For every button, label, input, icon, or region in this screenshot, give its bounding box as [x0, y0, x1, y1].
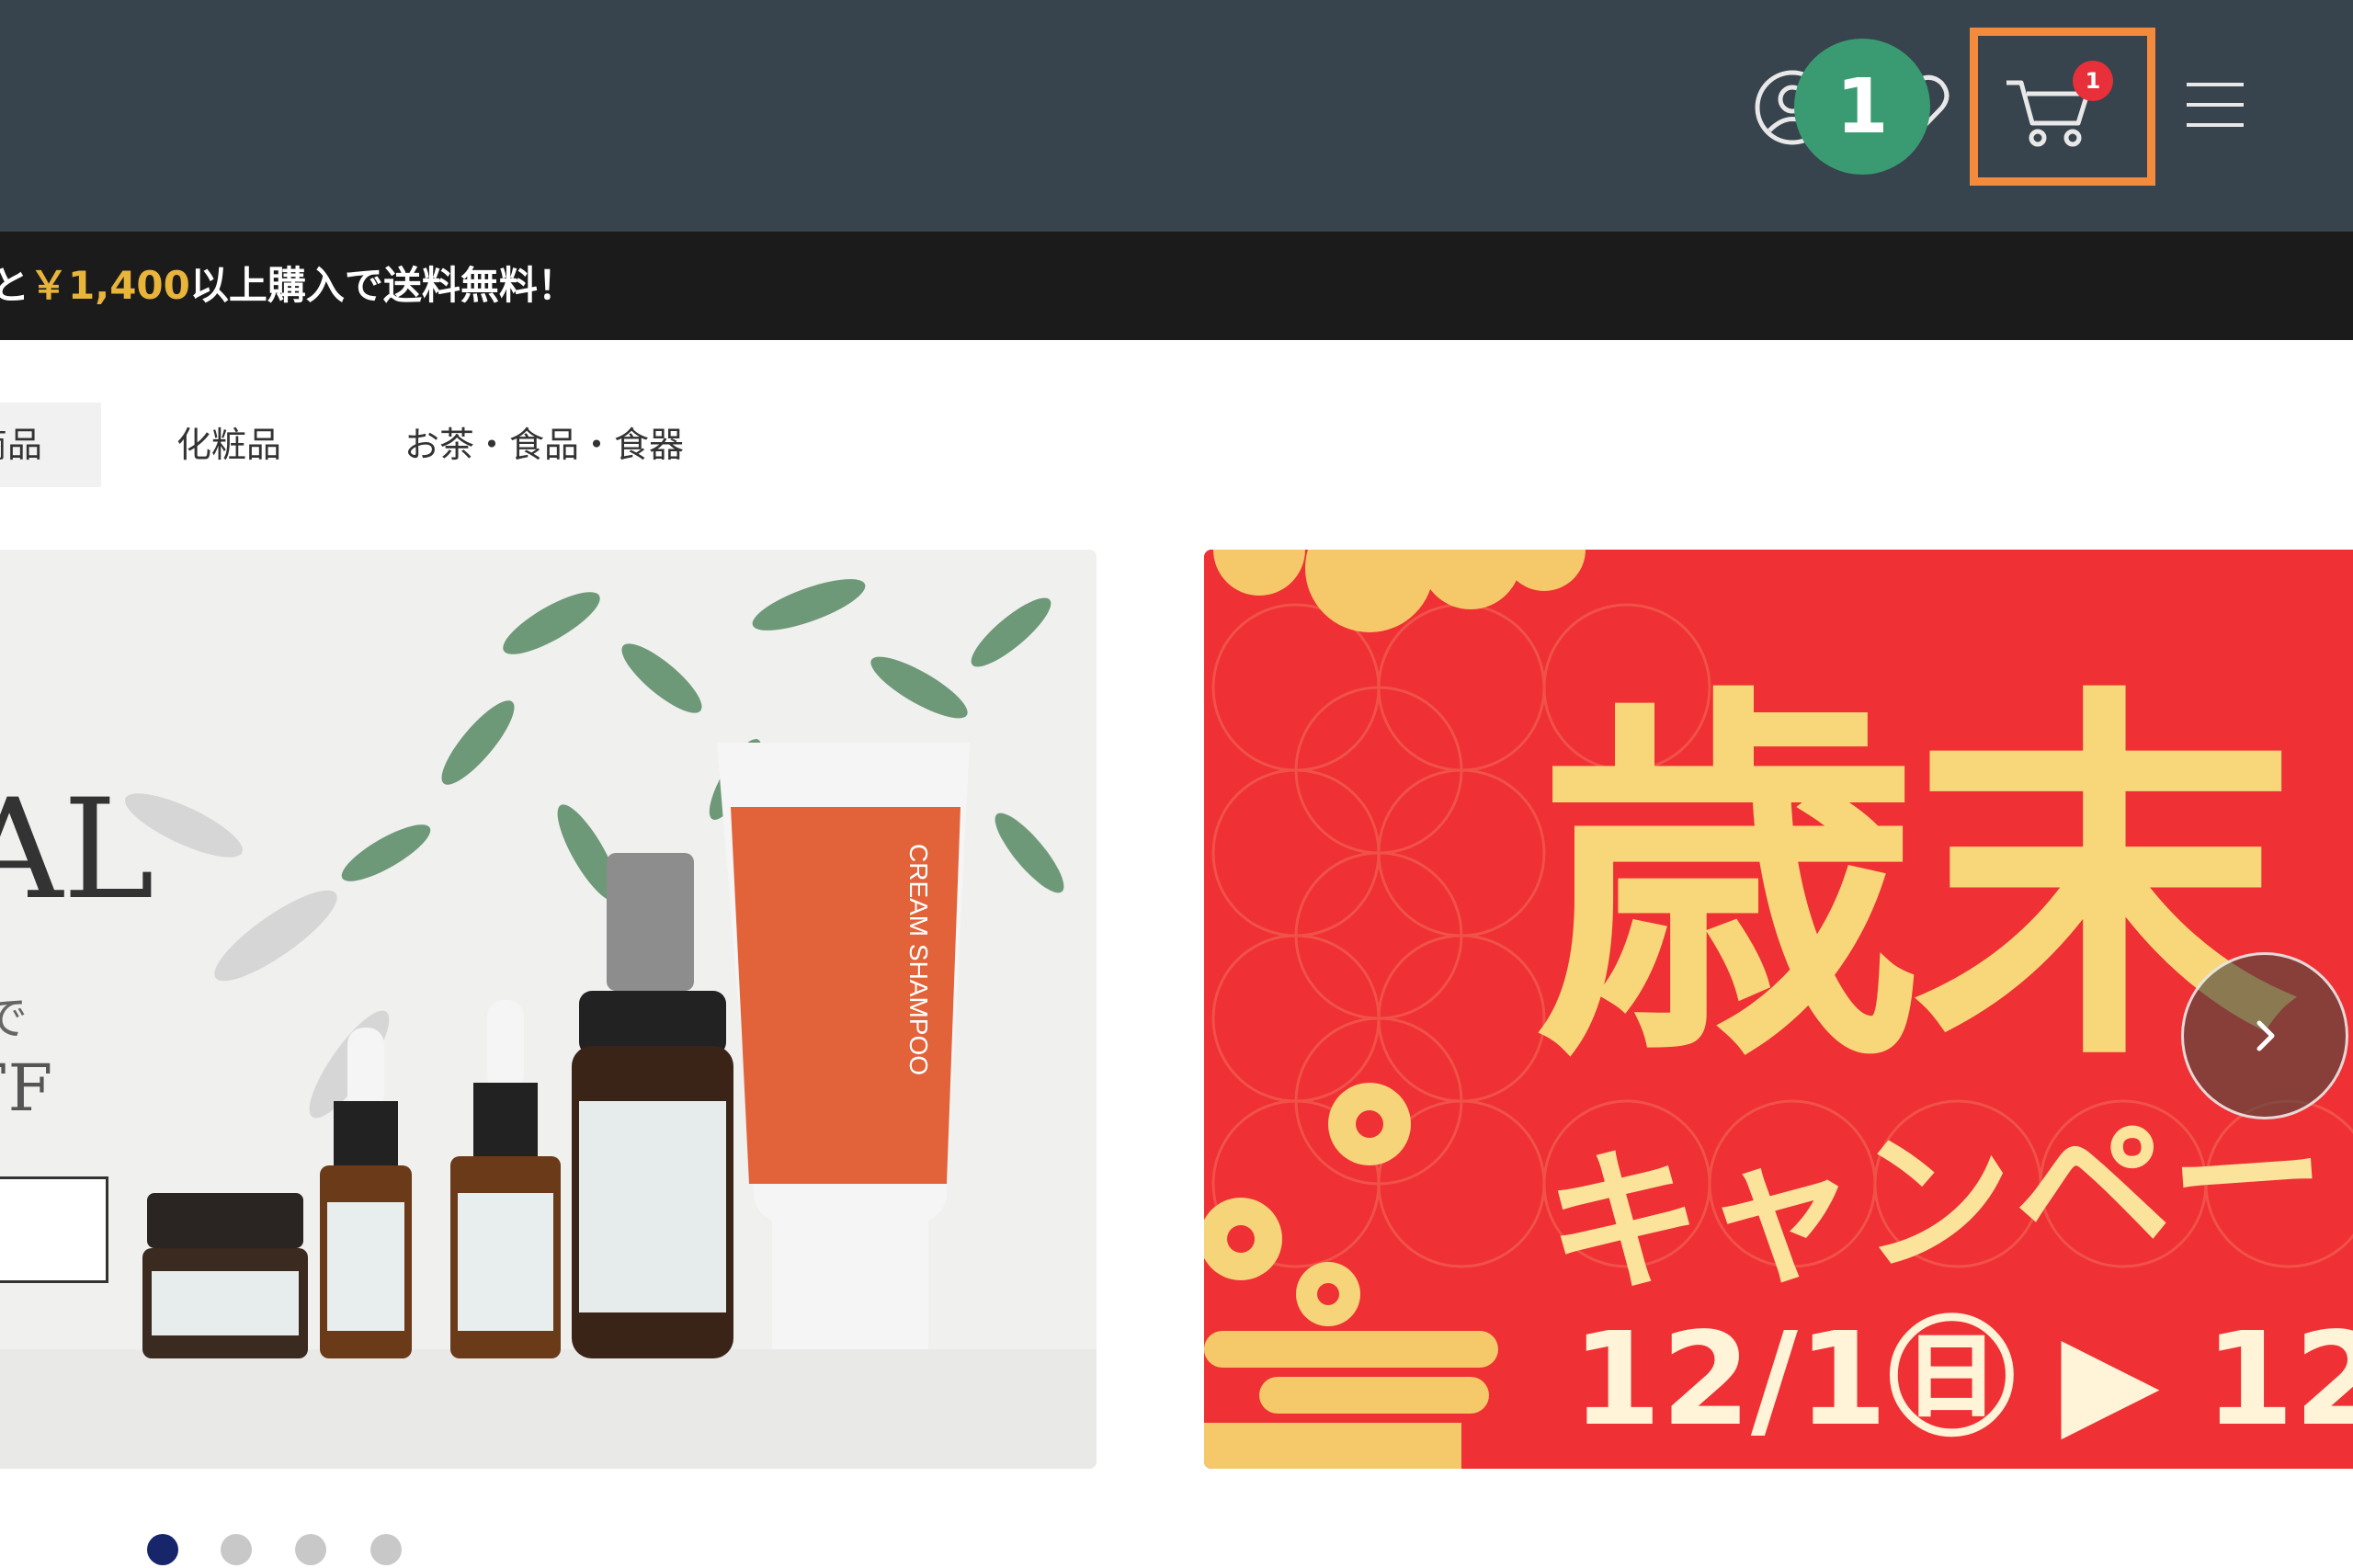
promo-text: と￥1,400以上購入で送料無料！	[0, 232, 576, 340]
tab-products[interactable]: 商品	[0, 403, 101, 487]
product-label: CREAM SHAMPOO	[904, 844, 933, 1075]
banner-slide-products[interactable]: CREAM SHAMPOO AL で FF	[0, 550, 1097, 1469]
promo-prefix: と	[0, 263, 30, 308]
product-photo: CREAM SHAMPOO	[0, 550, 1097, 1469]
menu-icon[interactable]	[2183, 77, 2247, 132]
carousel-dot-3[interactable]	[295, 1534, 326, 1565]
campaign-dates: 12/1㊐ ▶ 12/31	[1572, 1305, 2353, 1455]
step-marker: 1	[1794, 39, 1930, 175]
carousel-dot-1[interactable]	[147, 1534, 178, 1565]
tab-cosmetics[interactable]: 化粧品	[176, 403, 281, 487]
promo-bar: と￥1,400以上購入で送料無料！	[0, 232, 2353, 340]
carousel-next-button[interactable]	[2181, 952, 2348, 1119]
promo-amount: ￥1,400	[29, 263, 190, 308]
slide-headline: AL	[0, 770, 154, 930]
tab-tea-food-tableware[interactable]: お茶・食品・食器	[404, 403, 684, 487]
banner-slide-campaign[interactable]: 歳末 キャンペー 12/1㊐ ▶ 12/31	[1204, 550, 2353, 1469]
promo-suffix: 以上購入で送料無料！	[189, 263, 576, 308]
chevron-right-icon	[2256, 1020, 2275, 1051]
carousel-dot-2[interactable]	[221, 1534, 252, 1565]
slide-discount-text: FF	[0, 1051, 53, 1126]
cart-highlight-box	[1970, 28, 2155, 186]
carousel-dot-4[interactable]	[370, 1534, 402, 1565]
slide-cta-button[interactable]	[0, 1176, 108, 1283]
slide-subtext: で	[0, 992, 28, 1045]
campaign-title: 歳末	[1535, 658, 2298, 1108]
